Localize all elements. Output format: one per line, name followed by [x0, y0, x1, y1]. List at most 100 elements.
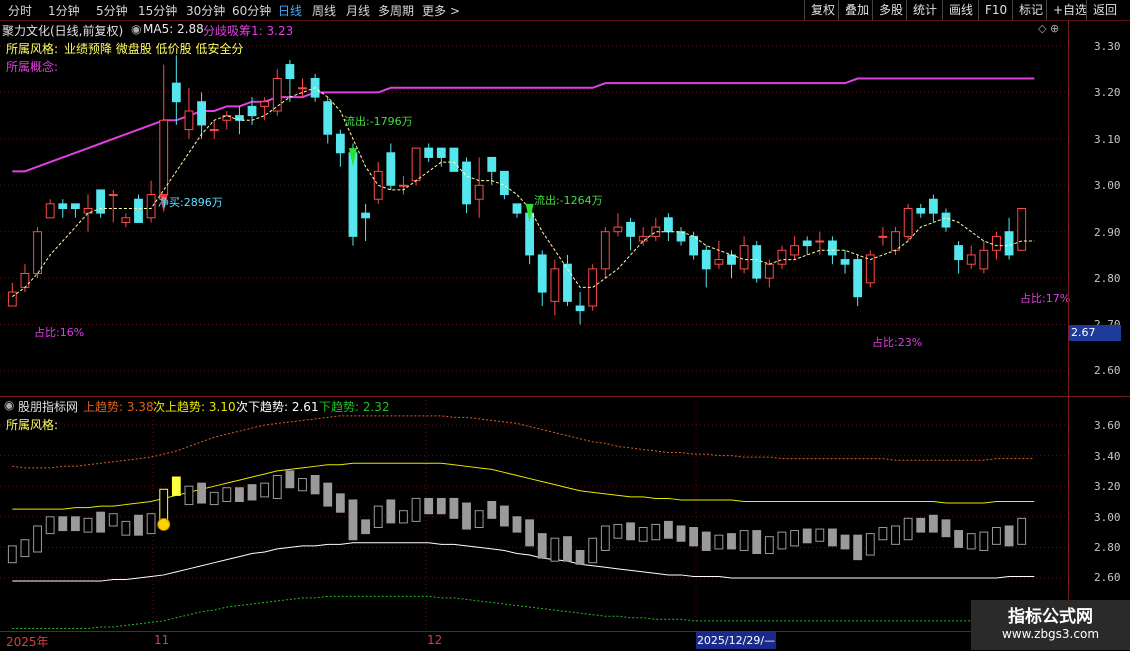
- indicator-bar: [638, 527, 648, 542]
- candle-body: [613, 226, 623, 233]
- indicator-bar: [777, 531, 787, 550]
- indicator-bar: [70, 516, 80, 532]
- candle-body: [537, 254, 547, 293]
- indicator-bar: [197, 482, 206, 504]
- style-label: 所属风格:: [6, 42, 59, 56]
- indicator-bar: [7, 545, 17, 564]
- indicator-bar: [487, 501, 497, 519]
- candle-body: [209, 129, 219, 132]
- candle-body: [487, 156, 497, 172]
- up-trend-line: [12, 415, 1035, 469]
- ratio-annotation-3: 占比:17%: [1020, 292, 1071, 305]
- candle-body: [146, 194, 156, 219]
- candle-body: [992, 235, 1001, 251]
- indicator-bar: [525, 519, 535, 547]
- kline-chart[interactable]: [0, 0, 1130, 650]
- indicator-bar: [1017, 517, 1027, 545]
- indicator-bar: [462, 502, 471, 530]
- candle-body: [550, 268, 560, 302]
- panel-divider: [0, 396, 1130, 397]
- candle-body: [626, 221, 635, 237]
- candle-body: [260, 101, 270, 107]
- indicator-bar: [373, 505, 383, 529]
- indicator-menu-icon[interactable]: ◉: [4, 398, 14, 412]
- candle-body: [235, 115, 244, 121]
- indicator-bar: [424, 497, 434, 515]
- candle-body: [727, 254, 736, 265]
- outflow-annotation-2: 流出:-1264万: [534, 194, 603, 207]
- indicator-bar: [689, 527, 699, 547]
- indicator-bar: [626, 522, 635, 541]
- candle-body: [891, 231, 900, 251]
- indicator-bar: [764, 536, 774, 555]
- indicator-bar: [941, 519, 951, 538]
- indicator-bar: [499, 505, 509, 527]
- candle-body: [272, 78, 282, 112]
- indicator-bar: [663, 520, 673, 539]
- indicator-bar: [58, 516, 68, 532]
- indicator-bar: [184, 485, 194, 506]
- candle-body: [979, 249, 989, 270]
- candle-body: [121, 217, 131, 223]
- y-tick: 3.20: [1094, 86, 1121, 99]
- down-trend-legend: 下趋势: 2.32: [319, 400, 390, 414]
- sub-y-tick: 3.20: [1094, 480, 1121, 493]
- down-trend-line: [12, 595, 1035, 629]
- candle-body: [70, 203, 80, 210]
- up-trend-legend: 上趋势: 3.38: [83, 400, 154, 414]
- date-label: 11: [154, 633, 170, 647]
- candle-body: [298, 87, 307, 90]
- candle-body: [802, 240, 812, 247]
- candle-body: [335, 133, 345, 154]
- candle-body: [171, 82, 181, 103]
- indicator-bar: [676, 525, 686, 542]
- indicator-bar: [108, 513, 118, 527]
- indicator-bar: [954, 530, 964, 548]
- candle-body: [323, 101, 333, 135]
- candle-body: [449, 147, 459, 172]
- y-tick: 2.90: [1094, 226, 1121, 239]
- candle-body: [399, 184, 408, 187]
- indicator-bar: [45, 516, 55, 535]
- candle-body: [474, 184, 484, 200]
- indicator-bar: [600, 525, 610, 551]
- candle-body: [714, 259, 724, 265]
- chevron-down-icon[interactable]: ◉: [131, 22, 141, 36]
- indicator-bar: [891, 525, 900, 545]
- indicator-bar: [575, 549, 585, 565]
- candle-body: [436, 147, 446, 158]
- indicator-bar: [449, 497, 459, 519]
- indicator-bar: [222, 487, 232, 503]
- indicator-bar: [399, 510, 408, 524]
- indicator-bar: [209, 491, 219, 506]
- indicator-bar: [853, 534, 863, 561]
- candle-body: [108, 194, 118, 197]
- indicator-bar: [83, 517, 93, 533]
- candle-body: [563, 263, 572, 302]
- sub-y-tick: 3.40: [1094, 450, 1121, 463]
- indicator-bar: [992, 527, 1001, 545]
- ratio-annotation-1: 占比:16%: [34, 326, 85, 339]
- indicator-bar: [916, 517, 926, 533]
- indicator-bar: [260, 482, 270, 498]
- fenqi-legend: 分歧吸筹1: 3.23: [203, 24, 294, 38]
- candle-body: [424, 147, 434, 158]
- indicator-bar: [714, 534, 724, 550]
- candle-body: [840, 259, 850, 265]
- indicator-bar: [323, 482, 333, 507]
- sub-y-tick: 2.80: [1094, 541, 1121, 554]
- candle-body: [462, 161, 471, 205]
- indicator-bar: [651, 523, 661, 541]
- indicator-bar: [474, 510, 484, 529]
- candle-body: [159, 119, 169, 196]
- date-cursor-label: 2025/12/29/—: [696, 632, 776, 649]
- ma5-legend: MA5: 2.88: [143, 22, 204, 36]
- indicator-bar: [1004, 525, 1014, 547]
- indicator-bar: [865, 533, 875, 556]
- diamond-icon[interactable]: ◇ ⊕: [1038, 22, 1059, 35]
- indicator-bar: [815, 528, 825, 542]
- candle-body: [20, 273, 30, 288]
- candle-body: [386, 152, 396, 186]
- sub-y-tick: 3.60: [1094, 419, 1121, 432]
- indicator-bar: [411, 497, 421, 522]
